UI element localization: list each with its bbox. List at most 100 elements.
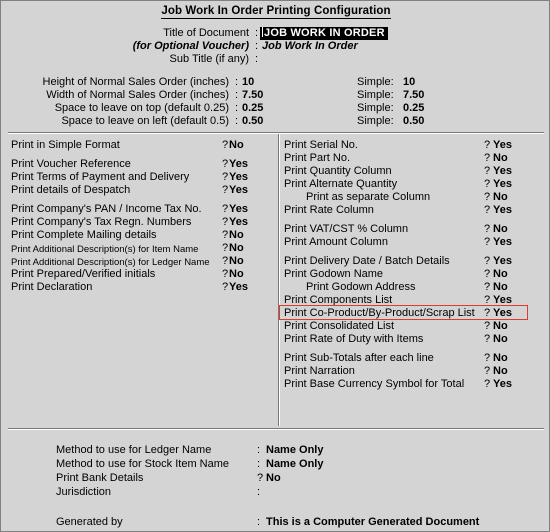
option-value[interactable]: Yes [493, 307, 512, 320]
field-row-method-ledger-name[interactable]: Method to use for Ledger Name : Name Onl… [1, 443, 549, 457]
field-row-generated-by[interactable]: Generated by : This is a Computer Genera… [1, 515, 549, 529]
page-title: Job Work In Order Printing Configuration [1, 5, 549, 19]
option-print-part-no[interactable]: Print Part No. ? No [284, 152, 542, 165]
option-question-mark: ? [222, 158, 229, 170]
field-row-jurisdiction[interactable]: Jurisdiction : [1, 485, 549, 499]
field-row-optional-voucher-title[interactable]: (for Optional Voucher) : Job Work In Ord… [1, 40, 549, 53]
separator-optional-voucher: : [255, 40, 259, 52]
option-print-alternate-quantity[interactable]: Print Alternate Quantity ? Yes [284, 178, 542, 191]
input-simple-space-top[interactable]: 0.25 [403, 102, 424, 115]
option-label: Print Godown Name [284, 268, 384, 280]
option-value[interactable]: No [229, 229, 244, 242]
input-print-bank-details[interactable]: No [266, 471, 281, 485]
option-value[interactable]: No [493, 152, 508, 165]
option-print-godown-address[interactable]: Print Godown Address ? No [284, 281, 542, 294]
option-value[interactable]: Yes [493, 139, 512, 152]
option-print-details-of-despatch[interactable]: Print details of Despatch ? Yes [11, 184, 273, 197]
option-question-mark: ? [222, 139, 229, 151]
option-print-company-pan-income-tax-no[interactable]: Print Company's PAN / Income Tax No. ? Y… [11, 203, 273, 216]
option-print-declaration[interactable]: Print Declaration ? Yes [11, 281, 273, 294]
option-value[interactable]: No [493, 333, 508, 346]
option-value[interactable]: Yes [493, 165, 512, 178]
option-print-additional-description-item-name[interactable]: Print Additional Description(s) for Item… [11, 242, 273, 255]
option-print-components-list[interactable]: Print Components List ? Yes [284, 294, 542, 307]
label-height-normal-sales-order: Height of Normal Sales Order (inches) [42, 76, 229, 88]
option-value[interactable]: No [229, 242, 244, 255]
option-print-amount-column[interactable]: Print Amount Column ? Yes [284, 236, 542, 249]
option-print-sub-totals-after-each-line[interactable]: Print Sub-Totals after each line ? No [284, 352, 542, 365]
field-row-height-normal-sales-order[interactable]: Height of Normal Sales Order (inches) : … [1, 76, 549, 89]
option-value[interactable]: No [493, 191, 508, 204]
option-print-narration[interactable]: Print Narration ? No [284, 365, 542, 378]
option-print-in-simple-format[interactable]: Print in Simple Format ? No [11, 139, 273, 152]
option-label: Print Delivery Date / Batch Details [284, 255, 450, 267]
input-height-normal-sales-order[interactable]: 10 [242, 76, 254, 89]
option-value[interactable]: Yes [229, 203, 248, 216]
label-space-top: Space to leave on top (default 0.25) [54, 102, 229, 114]
option-value[interactable]: Yes [493, 378, 512, 391]
option-print-complete-mailing-details[interactable]: Print Complete Mailing details ? No [11, 229, 273, 242]
option-question-mark: ? [484, 268, 491, 280]
option-print-as-separate-column[interactable]: Print as separate Column ? No [284, 191, 542, 204]
option-print-rate-of-duty-with-items[interactable]: Print Rate of Duty with Items ? No [284, 333, 542, 346]
option-print-godown-name[interactable]: Print Godown Name ? No [284, 268, 542, 281]
option-print-delivery-date-batch-details[interactable]: Print Delivery Date / Batch Details ? Ye… [284, 255, 542, 268]
option-print-terms-of-payment-and-delivery[interactable]: Print Terms of Payment and Delivery ? Ye… [11, 171, 273, 184]
option-value[interactable]: Yes [229, 158, 248, 171]
option-print-additional-description-ledger-name[interactable]: Print Additional Description(s) for Ledg… [11, 255, 273, 268]
option-value[interactable]: Yes [229, 171, 248, 184]
option-value[interactable]: Yes [493, 294, 512, 307]
separator-width: : [235, 89, 239, 101]
option-value[interactable]: No [229, 139, 244, 152]
option-value[interactable]: Yes [229, 281, 248, 294]
label-title-of-document: Title of Document [163, 27, 249, 39]
divider-bottom [8, 428, 544, 430]
option-print-vat-cst-percent-column[interactable]: Print VAT/CST % Column ? No [284, 223, 542, 236]
option-value[interactable]: No [229, 268, 244, 281]
field-row-title-of-document[interactable]: Title of Document : JOB WORK IN ORDER [1, 27, 549, 40]
input-method-stock-item-name[interactable]: Name Only [266, 457, 323, 471]
option-value[interactable]: No [493, 223, 508, 236]
option-print-consolidated-list[interactable]: Print Consolidated List ? No [284, 320, 542, 333]
input-simple-width[interactable]: 7.50 [403, 89, 424, 102]
input-simple-space-left[interactable]: 0.50 [403, 115, 424, 128]
input-method-ledger-name[interactable]: Name Only [266, 443, 323, 457]
left-options-column: Print in Simple Format ? No Print Vouche… [11, 139, 273, 294]
field-row-space-top[interactable]: Space to leave on top (default 0.25) : 0… [1, 102, 549, 115]
option-label: Print Sub-Totals after each line [284, 352, 434, 364]
option-value[interactable]: No [229, 255, 244, 268]
option-value[interactable]: Yes [493, 204, 512, 217]
option-value[interactable]: Yes [493, 236, 512, 249]
option-value[interactable]: Yes [493, 178, 512, 191]
input-simple-height[interactable]: 10 [403, 76, 415, 89]
field-row-space-left[interactable]: Space to leave on left (default 0.5) : 0… [1, 115, 549, 128]
option-print-voucher-reference[interactable]: Print Voucher Reference ? Yes [11, 158, 273, 171]
input-generated-by[interactable]: This is a Computer Generated Document [266, 515, 479, 529]
option-value[interactable]: No [493, 320, 508, 333]
option-print-quantity-column[interactable]: Print Quantity Column ? Yes [284, 165, 542, 178]
option-value[interactable]: No [493, 281, 508, 294]
option-print-rate-column[interactable]: Print Rate Column ? Yes [284, 204, 542, 217]
option-value[interactable]: Yes [493, 255, 512, 268]
input-title-of-document[interactable]: JOB WORK IN ORDER [260, 27, 388, 40]
input-space-top[interactable]: 0.25 [242, 102, 263, 115]
option-print-co-product-by-product-scrap-list[interactable]: Print Co-Product/By-Product/Scrap List ?… [279, 305, 542, 320]
option-value[interactable]: No [493, 268, 508, 281]
option-value[interactable]: No [493, 352, 508, 365]
option-print-serial-no[interactable]: Print Serial No. ? Yes [284, 139, 542, 152]
option-print-company-tax-regn-numbers[interactable]: Print Company's Tax Regn. Numbers ? Yes [11, 216, 273, 229]
field-row-method-stock-item-name[interactable]: Method to use for Stock Item Name : Name… [1, 457, 549, 471]
field-row-sub-title[interactable]: Sub Title (if any) : [1, 53, 549, 66]
field-row-print-bank-details[interactable]: Print Bank Details ? No [1, 471, 549, 485]
input-width-normal-sales-order[interactable]: 7.50 [242, 89, 263, 102]
option-label: Print Alternate Quantity [284, 178, 398, 190]
option-value[interactable]: Yes [229, 184, 248, 197]
option-value[interactable]: No [493, 365, 508, 378]
input-space-left[interactable]: 0.50 [242, 115, 263, 128]
input-optional-voucher-title[interactable]: Job Work In Order [262, 40, 358, 53]
field-row-width-normal-sales-order[interactable]: Width of Normal Sales Order (inches) : 7… [1, 89, 549, 102]
option-value[interactable]: Yes [229, 216, 248, 229]
option-print-prepared-verified-initials[interactable]: Print Prepared/Verified initials ? No [11, 268, 273, 281]
option-question-mark: ? [222, 203, 229, 215]
option-print-base-currency-symbol-for-total[interactable]: Print Base Currency Symbol for Total ? Y… [284, 378, 542, 391]
